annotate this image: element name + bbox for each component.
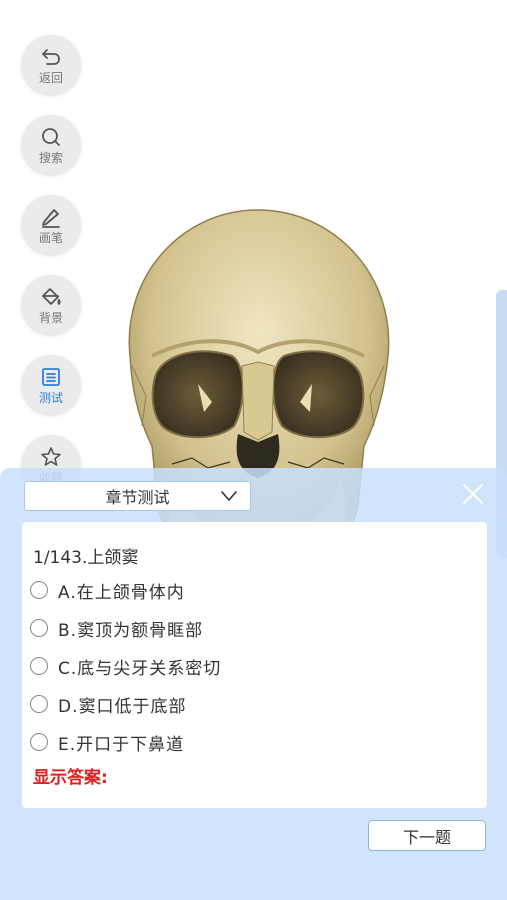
star-icon (41, 447, 61, 466)
question-title: 1/143.上颌窦 (33, 548, 139, 568)
option-e-text: E.开口于下鼻道 (58, 734, 185, 755)
option-c-text: C.底与尖牙关系密切 (58, 658, 222, 679)
search-button[interactable]: 搜索 (21, 115, 81, 175)
search-icon (42, 128, 60, 146)
test-list-icon (42, 368, 60, 386)
option-c[interactable]: C.底与尖牙关系密切 (30, 653, 221, 679)
option-a[interactable]: A.在上颌骨体内 (30, 577, 185, 603)
chapter-select[interactable]: 章节测试 (24, 481, 251, 511)
pen-button[interactable]: 画笔 (21, 195, 81, 255)
test-label: 测试 (38, 391, 63, 405)
chevron-down-icon (221, 491, 237, 501)
show-answer-label[interactable]: 显示答案: (33, 763, 108, 788)
option-e[interactable]: E.开口于下鼻道 (30, 729, 184, 755)
paint-bucket-icon (42, 288, 61, 305)
search-label: 搜索 (38, 151, 63, 165)
close-icon[interactable] (460, 481, 486, 507)
back-button[interactable]: 返回 (21, 35, 81, 95)
radio-a[interactable] (30, 581, 48, 599)
radio-e[interactable] (30, 733, 48, 751)
option-a-text: A.在上颌骨体内 (58, 582, 185, 603)
next-question-button[interactable]: 下一题 (368, 820, 486, 851)
back-arrow-icon (42, 49, 60, 65)
option-b-text: B.窦顶为额骨眶部 (58, 620, 204, 641)
option-d[interactable]: D.窦口低于底部 (30, 691, 187, 717)
test-button[interactable]: 测试 (21, 355, 81, 415)
radio-d[interactable] (30, 695, 48, 713)
pen-label: 画笔 (38, 231, 63, 245)
background-button[interactable]: 背景 (21, 275, 81, 335)
radio-b[interactable] (30, 619, 48, 637)
pen-icon (42, 209, 60, 228)
background-label: 背景 (38, 311, 63, 325)
back-label: 返回 (38, 71, 63, 85)
chapter-select-value: 章节测试 (105, 488, 170, 507)
radio-c[interactable] (30, 657, 48, 675)
option-b[interactable]: B.窦顶为额骨眶部 (30, 615, 203, 641)
option-d-text: D.窦口低于底部 (58, 696, 187, 717)
